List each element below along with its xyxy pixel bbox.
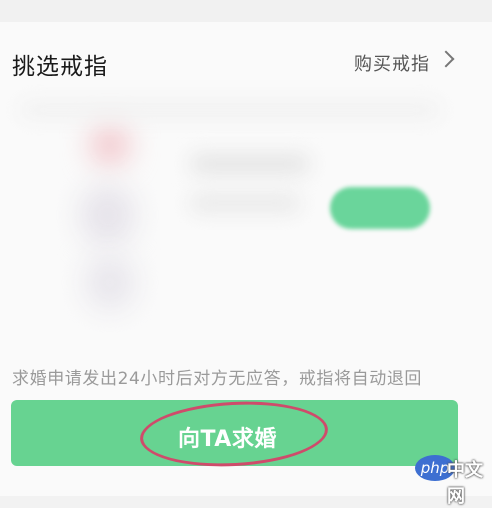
ring-name-blurred [190,155,310,173]
watermark-text: 中文网 [447,460,483,507]
auto-return-notice: 求婚申请发出24小时后对方无应答，戒指将自动退回 [12,369,423,389]
ring-blur-top [90,125,130,165]
section-title: 挑选戒指 [12,54,108,80]
ring-row-blurred [20,103,440,117]
buy-ring-label: 购买戒指 [354,54,430,75]
top-divider [0,0,492,22]
ring-blur-bottom [85,255,135,310]
ring-image [70,115,150,325]
select-ring-button[interactable] [330,187,430,229]
ring-blur-middle [80,185,135,245]
ring-list-blurred [0,95,492,345]
ring-price-blurred [190,195,300,211]
buy-ring-link[interactable]: 购买戒指 [354,50,452,76]
